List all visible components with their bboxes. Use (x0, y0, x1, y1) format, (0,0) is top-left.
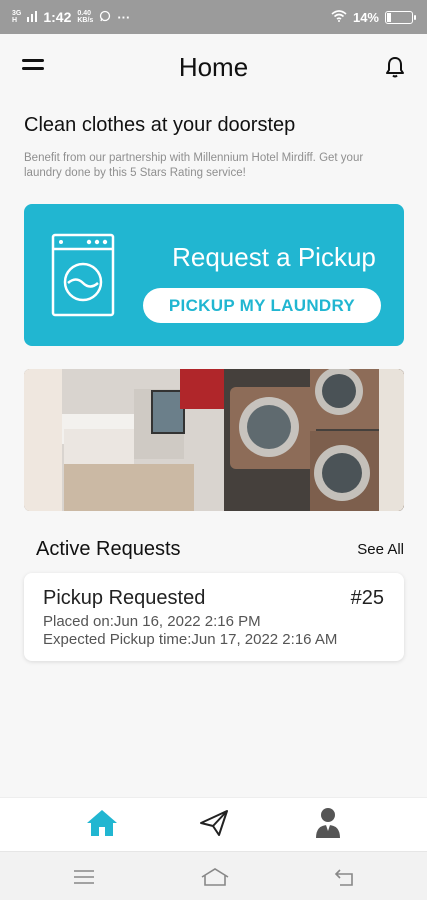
request-status: Pickup Requested (43, 587, 206, 609)
status-right: 14% (331, 9, 416, 25)
home-icon (85, 808, 119, 843)
send-icon (199, 809, 229, 842)
system-home-icon[interactable] (200, 866, 230, 888)
whatsapp-icon (99, 10, 111, 25)
laundromat-banner-image (24, 369, 404, 511)
status-bar: 3G H 1:42 0.40 KB/s ··· 14% (0, 0, 427, 34)
request-placed-date: Placed on:Jun 16, 2022 2:16 PM (43, 613, 261, 630)
active-requests-title: Active Requests (36, 538, 181, 560)
nav-send[interactable] (196, 808, 232, 842)
wifi-icon (331, 9, 347, 25)
net-speed-value: 0.40 (77, 10, 91, 17)
net-speed-unit: KB/s (77, 17, 94, 24)
see-all-link[interactable]: See All (357, 541, 404, 558)
system-menu-icon[interactable] (72, 866, 96, 888)
bottom-nav (0, 797, 427, 851)
request-number: #25 (350, 587, 384, 609)
hero-subtext: Benefit from our partnership with Millen… (24, 152, 364, 179)
signal-icon (27, 10, 38, 25)
hamburger-icon[interactable] (22, 59, 46, 77)
status-left: 3G H 1:42 0.40 KB/s ··· (12, 9, 130, 25)
app-header: Home (0, 34, 427, 100)
network-sub: H (12, 17, 18, 24)
pickup-my-laundry-button[interactable]: PICKUP MY LAUNDRY (143, 288, 381, 323)
status-time: 1:42 (43, 9, 72, 25)
bell-icon[interactable] (383, 55, 407, 79)
system-back-icon[interactable] (332, 866, 356, 888)
battery-icon (385, 10, 416, 24)
headline: Clean clothes at your doorstep (24, 114, 296, 136)
network-type: 3G (12, 10, 22, 17)
request-expected-time: Expected Pickup time:Jun 17, 2022 2:16 A… (43, 631, 338, 648)
battery-percent: 14% (352, 9, 379, 25)
pickup-title: Request a Pickup (172, 242, 376, 272)
network-indicator: 3G H (12, 10, 21, 24)
system-nav-bar (0, 851, 427, 900)
washing-machine-icon (51, 233, 115, 317)
page-title: Home (178, 51, 249, 82)
nav-home[interactable] (84, 808, 120, 842)
nav-profile[interactable] (310, 807, 346, 844)
profile-icon (314, 807, 342, 844)
request-pickup-card[interactable]: Request a Pickup PICKUP MY LAUNDRY (24, 204, 404, 346)
request-card[interactable]: Pickup Requested #25 Placed on:Jun 16, 2… (24, 573, 404, 661)
net-speed: 0.40 KB/s (77, 10, 93, 24)
more-notifications: ··· (117, 9, 131, 25)
